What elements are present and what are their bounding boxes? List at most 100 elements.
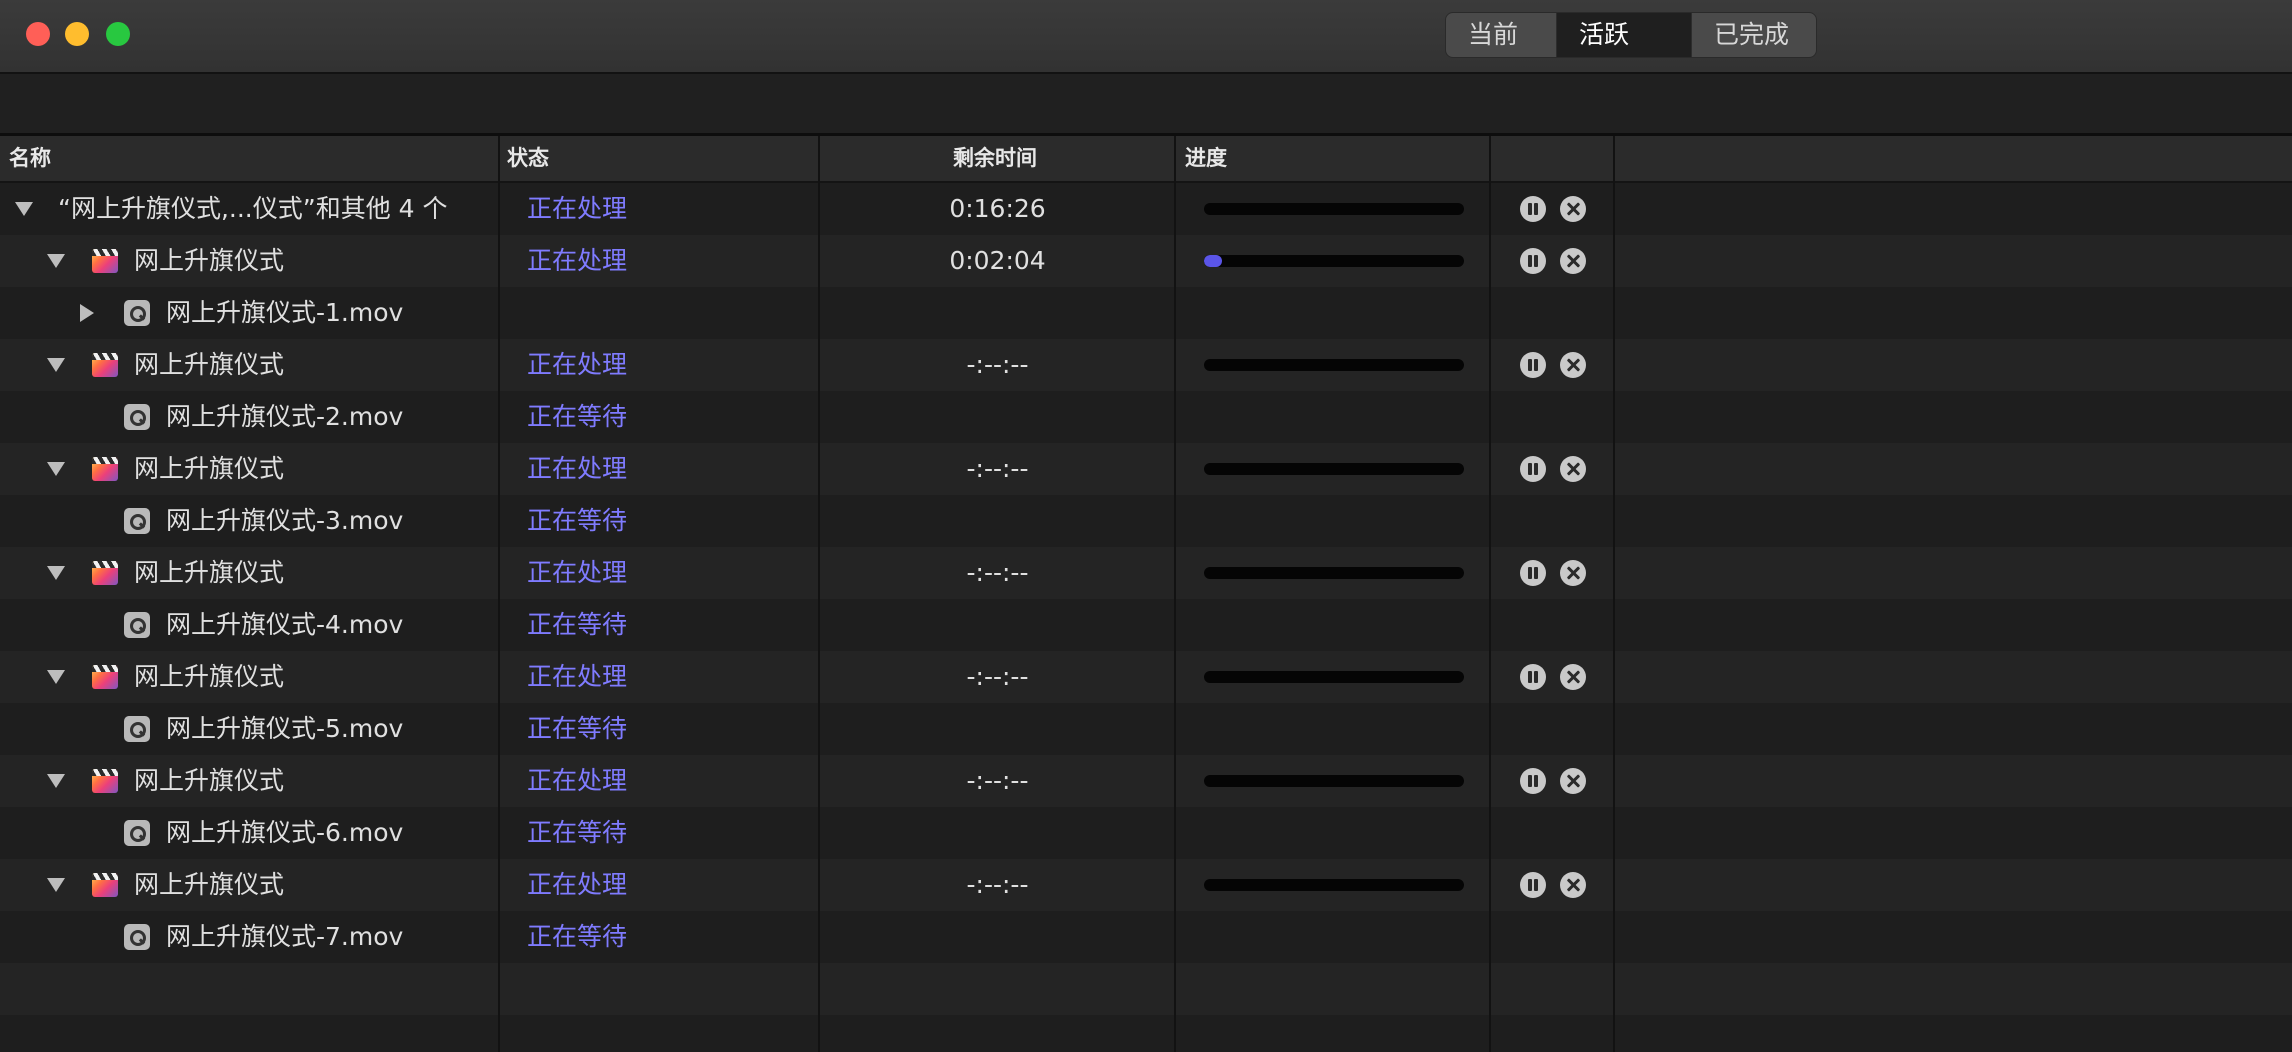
task-status: 正在等待	[527, 818, 628, 847]
task-name: 网上升旗仪式-6.mov	[166, 818, 404, 847]
pause-icon[interactable]	[1520, 768, 1546, 794]
pause-icon[interactable]	[1520, 196, 1546, 222]
tab-current[interactable]: 当前	[1446, 13, 1556, 57]
cancel-icon[interactable]	[1560, 352, 1586, 378]
table-row[interactable]: 网上升旗仪式-4.mov 正在等待	[0, 599, 2292, 651]
disclosure-triangle-expanded-icon[interactable]	[15, 202, 33, 216]
table-header: 名称 状态 剩余时间 进度	[0, 136, 2292, 183]
table-row[interactable]: 网上升旗仪式 正在处理 -:--:--	[0, 547, 2292, 599]
disclosure-triangle-expanded-icon[interactable]	[47, 566, 65, 580]
close-window-button[interactable]	[26, 22, 50, 46]
table-row[interactable]: 网上升旗仪式 正在处理 -:--:--	[0, 859, 2292, 911]
zoom-window-button[interactable]	[106, 22, 130, 46]
table-row[interactable]: 网上升旗仪式 正在处理 0:02:04	[0, 235, 2292, 287]
table-row[interactable]: 网上升旗仪式 正在处理 -:--:--	[0, 755, 2292, 807]
column-header-progress[interactable]: 进度	[1185, 136, 1227, 181]
table-row[interactable]: 网上升旗仪式 正在处理 -:--:--	[0, 443, 2292, 495]
final-cut-icon	[92, 769, 118, 793]
quicktime-icon	[124, 300, 150, 326]
progress-bar	[1204, 255, 1464, 267]
tab-completed[interactable]: 已完成	[1691, 13, 1816, 57]
remaining-time: 0:02:04	[949, 246, 1046, 275]
column-divider	[818, 136, 820, 1052]
toolbar	[0, 74, 2292, 136]
view-segmented-control: 当前 活跃 (1) 已完成	[1445, 12, 1817, 58]
cancel-icon[interactable]	[1560, 456, 1586, 482]
progress-bar	[1204, 567, 1464, 579]
column-divider	[1613, 136, 1615, 1052]
task-name: 网上升旗仪式	[134, 558, 285, 587]
final-cut-icon	[92, 249, 118, 273]
task-status: 正在等待	[527, 714, 628, 743]
task-status: 正在处理	[527, 194, 628, 223]
table-row[interactable]: 网上升旗仪式-5.mov 正在等待	[0, 703, 2292, 755]
final-cut-icon	[92, 561, 118, 585]
cancel-icon[interactable]	[1560, 872, 1586, 898]
task-name: 网上升旗仪式	[134, 662, 285, 691]
quicktime-icon	[124, 820, 150, 846]
table-row[interactable]: 网上升旗仪式 正在处理 -:--:--	[0, 651, 2292, 703]
remaining-time: -:--:--	[966, 350, 1029, 379]
title-bar: 当前 活跃 (1) 已完成	[0, 0, 2292, 74]
task-status: 正在等待	[527, 506, 628, 535]
table-row[interactable]: 网上升旗仪式 正在处理 -:--:--	[0, 339, 2292, 391]
task-list: “网上升旗仪式,...仪式”和其他 4 个正在处理 0:16:26 网上升旗仪式 正在…	[0, 183, 2292, 1052]
task-name: 网上升旗仪式	[134, 870, 285, 899]
remaining-time: -:--:--	[966, 558, 1029, 587]
table-row[interactable]: “网上升旗仪式,...仪式”和其他 4 个 正在处理 0:16:26	[0, 183, 2292, 235]
final-cut-icon	[92, 457, 118, 481]
empty-row	[0, 1015, 2292, 1052]
quicktime-icon	[124, 612, 150, 638]
cancel-icon[interactable]	[1560, 196, 1586, 222]
cancel-icon[interactable]	[1560, 560, 1586, 586]
task-status: 正在处理	[527, 558, 628, 587]
disclosure-triangle-expanded-icon[interactable]	[47, 254, 65, 268]
task-status: 正在等待	[527, 922, 628, 951]
table-row[interactable]: 网上升旗仪式-6.mov 正在等待	[0, 807, 2292, 859]
quicktime-icon	[124, 508, 150, 534]
remaining-time: -:--:--	[966, 454, 1029, 483]
task-status: 正在处理	[527, 662, 628, 691]
cancel-icon[interactable]	[1560, 768, 1586, 794]
quicktime-icon	[124, 716, 150, 742]
table-row[interactable]: 网上升旗仪式-1.mov	[0, 287, 2292, 339]
final-cut-icon	[92, 665, 118, 689]
remaining-time: -:--:--	[966, 870, 1029, 899]
task-name: 网上升旗仪式	[134, 454, 285, 483]
task-status: 正在等待	[527, 402, 628, 431]
tab-active[interactable]: 活跃 (1)	[1556, 13, 1691, 57]
column-divider	[1489, 136, 1491, 1052]
progress-bar	[1204, 775, 1464, 787]
table-row[interactable]: 网上升旗仪式-7.mov 正在等待	[0, 911, 2292, 963]
cancel-icon[interactable]	[1560, 248, 1586, 274]
column-divider	[1174, 136, 1176, 1052]
column-header-status[interactable]: 状态	[507, 136, 549, 181]
progress-bar	[1204, 879, 1464, 891]
disclosure-triangle-expanded-icon[interactable]	[47, 670, 65, 684]
task-name: 网上升旗仪式-4.mov	[166, 610, 404, 639]
task-name: 网上升旗仪式-2.mov	[166, 402, 404, 431]
minimize-window-button[interactable]	[65, 22, 89, 46]
pause-icon[interactable]	[1520, 872, 1546, 898]
progress-bar	[1204, 671, 1464, 683]
remaining-time: -:--:--	[966, 662, 1029, 691]
pause-icon[interactable]	[1520, 456, 1546, 482]
task-name: 网上升旗仪式-1.mov	[166, 298, 404, 327]
table-row[interactable]: 网上升旗仪式-3.mov 正在等待	[0, 495, 2292, 547]
disclosure-triangle-expanded-icon[interactable]	[47, 358, 65, 372]
column-header-name[interactable]: 名称	[9, 136, 51, 181]
quicktime-icon	[124, 404, 150, 430]
disclosure-triangle-expanded-icon[interactable]	[47, 462, 65, 476]
disclosure-triangle-expanded-icon[interactable]	[47, 774, 65, 788]
disclosure-triangle-expanded-icon[interactable]	[47, 878, 65, 892]
disclosure-triangle-collapsed-icon[interactable]	[80, 304, 94, 322]
pause-icon[interactable]	[1520, 560, 1546, 586]
table-row[interactable]: 网上升旗仪式-2.mov 正在等待	[0, 391, 2292, 443]
task-name: 网上升旗仪式-3.mov	[166, 506, 404, 535]
pause-icon[interactable]	[1520, 248, 1546, 274]
pause-icon[interactable]	[1520, 352, 1546, 378]
task-status: 正在处理	[527, 870, 628, 899]
column-header-remaining-time[interactable]: 剩余时间	[953, 136, 1037, 181]
pause-icon[interactable]	[1520, 664, 1546, 690]
cancel-icon[interactable]	[1560, 664, 1586, 690]
